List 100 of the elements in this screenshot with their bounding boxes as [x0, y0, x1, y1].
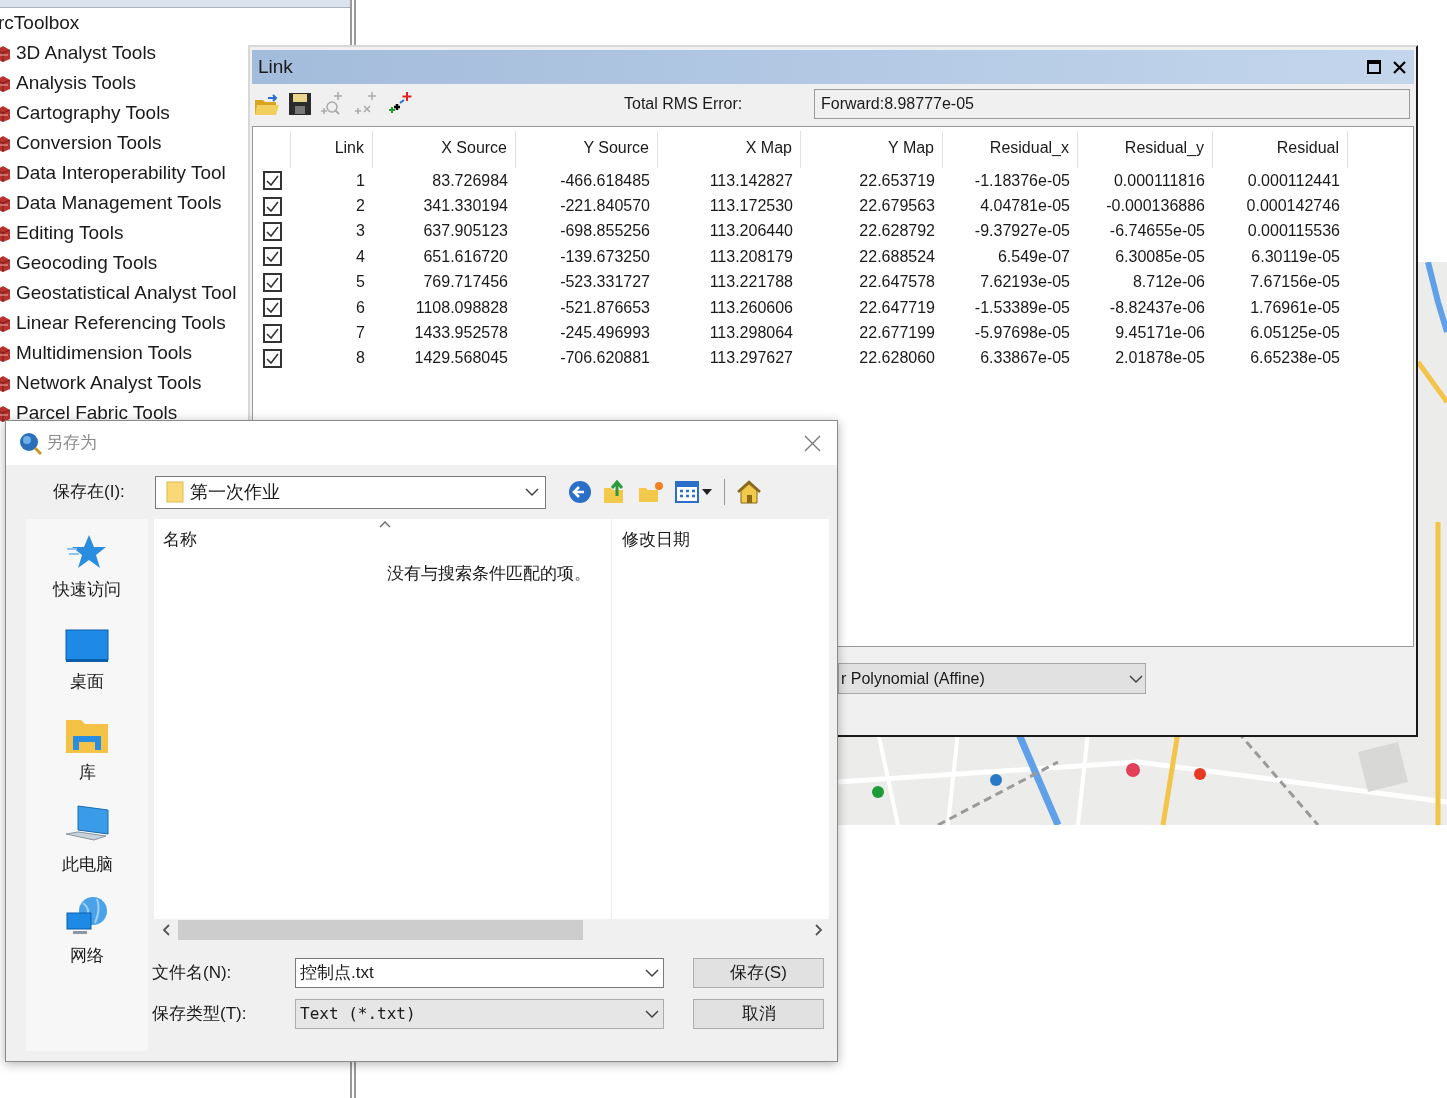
place-item[interactable]: 网络: [32, 893, 142, 969]
chevron-down-icon: [1129, 673, 1143, 684]
table-cell-text: -706.620881: [559, 348, 651, 369]
table-cell-text: 769.717456: [422, 272, 509, 293]
table-cell-text: -9.37927e-05: [973, 221, 1071, 242]
toolbox-icon: [0, 344, 10, 362]
table-cell-text: 113.260606: [708, 297, 794, 318]
open-folder-icon[interactable]: [254, 92, 280, 116]
save-button[interactable]: 保存(S): [693, 958, 824, 988]
toolbox-item[interactable]: Network Analyst Tools: [16, 368, 202, 398]
check-icon: [265, 327, 279, 339]
toolbox-item[interactable]: Geocoding Tools: [16, 248, 158, 278]
table-cell-text: 2.01878e-05: [1114, 348, 1206, 369]
table-cell-text: 1433.952578: [413, 323, 509, 344]
toolbox-item[interactable]: Linear Referencing Tools: [16, 308, 226, 338]
transformation-dropdown[interactable]: r Polynomial (Affine): [838, 663, 1146, 694]
table-cell-text: 22.679563: [858, 196, 936, 217]
row-checkbox[interactable]: [262, 196, 282, 216]
row-checkbox[interactable]: [262, 298, 282, 318]
table-cell-text: 1.76961e-05: [1249, 297, 1341, 318]
column-header[interactable]: X Source: [373, 131, 516, 168]
toolbox-item[interactable]: Analysis Tools: [16, 68, 137, 98]
column-header[interactable]: 名称: [154, 519, 197, 553]
toolbox-item[interactable]: Cartography Tools: [16, 98, 170, 128]
house-icon[interactable]: [736, 480, 762, 504]
table-cell-text: 113.208179: [708, 246, 794, 267]
row-checkbox[interactable]: [262, 247, 282, 267]
table-cell-text: 22.688524: [858, 246, 936, 267]
cancel-button[interactable]: 取消: [693, 999, 824, 1029]
table-cell-text: 651.616720: [422, 246, 509, 267]
table-cell-text: 113.221788: [708, 272, 794, 293]
toolbox-icon: [0, 374, 10, 392]
place-item[interactable]: 库: [32, 710, 142, 786]
toolbox-item[interactable]: 3D Analyst Tools: [16, 38, 157, 68]
table-cell-text: 22.647578: [858, 272, 936, 293]
toolbox-item[interactable]: Editing Tools: [16, 218, 124, 248]
row-checkbox[interactable]: [262, 221, 282, 241]
column-header[interactable]: 修改日期: [612, 519, 690, 553]
toolbox-icon: [0, 254, 10, 272]
close-icon[interactable]: [1393, 60, 1406, 74]
toolbox-icon: [0, 44, 10, 62]
column-header[interactable]: Residual_x: [943, 131, 1078, 168]
table-cell-text: 83.726984: [431, 170, 509, 191]
scroll-right-icon[interactable]: [815, 924, 823, 936]
row-checkbox[interactable]: [262, 348, 282, 368]
place-item[interactable]: 此电脑: [32, 801, 142, 877]
table-cell-text: 341.330194: [422, 196, 509, 217]
rms-error-field: Forward:8.98777e-05: [814, 89, 1410, 119]
column-header[interactable]: Y Source: [516, 131, 658, 168]
place-item[interactable]: 快速访问: [32, 527, 142, 603]
table-cell-text: 113.298064: [708, 323, 794, 344]
table-cell-text: 6: [355, 297, 366, 318]
table-cell-text: 8.712e-06: [1131, 272, 1206, 293]
view-menu-icon[interactable]: [675, 481, 713, 503]
table-cell-text: 7.67156e-05: [1249, 272, 1341, 293]
scroll-left-icon[interactable]: [162, 924, 170, 936]
column-header[interactable]: Residual_y: [1078, 131, 1213, 168]
table-cell-text: 0.000112441: [1246, 170, 1341, 191]
place-item[interactable]: 桌面: [32, 618, 142, 694]
file-name-field[interactable]: 控制点.txt: [295, 958, 664, 988]
row-checkbox[interactable]: [262, 171, 282, 191]
toolbox-item[interactable]: Geostatistical Analyst Tool: [16, 278, 237, 308]
toolbox-item[interactable]: Multidimension Tools: [16, 338, 192, 368]
table-cell-text: 6.30085e-05: [1114, 246, 1206, 267]
table-cell-text: 9.45171e-06: [1114, 323, 1206, 344]
table-cell-text: 22.628792: [858, 221, 936, 242]
table-cell-text: 6.05125e-05: [1249, 323, 1341, 344]
table-cell-text: -245.496993: [559, 323, 651, 344]
check-icon: [265, 175, 279, 187]
toolbox-item[interactable]: Data Interoperability Tool: [16, 158, 226, 188]
table-cell-text: -139.673250: [559, 246, 651, 267]
row-checkbox[interactable]: [262, 272, 282, 292]
check-icon: [265, 302, 279, 314]
table-cell-text: 6.549e-07: [996, 246, 1071, 267]
chevron-down-icon: [525, 487, 539, 497]
toolbox-icon: [0, 284, 10, 302]
dialog-title: 另存为: [46, 432, 97, 455]
column-header[interactable]: X Map: [658, 131, 801, 168]
table-cell-text: 0.000111816: [1112, 170, 1206, 191]
window-title: Link: [258, 54, 293, 79]
table-cell-text: 113.172530: [708, 196, 794, 217]
toolbox-item[interactable]: Data Management Tools: [16, 188, 222, 218]
folder-dropdown[interactable]: 第一次作业: [155, 475, 546, 509]
table-cell-text: 22.653719: [858, 170, 936, 191]
table-cell-text: -698.855256: [559, 221, 651, 242]
column-header[interactable]: Residual: [1213, 131, 1348, 168]
column-header[interactable]: Link: [291, 131, 373, 168]
file-type-dropdown[interactable]: Text (*.txt): [295, 999, 664, 1029]
toolbox-item[interactable]: Conversion Tools: [16, 128, 162, 158]
row-checkbox[interactable]: [262, 323, 282, 343]
maximize-icon[interactable]: [1367, 60, 1381, 74]
table-cell-text: 2: [355, 196, 366, 217]
table-cell-text: 6.30119e-05: [1250, 246, 1341, 267]
table-cell-text: -221.840570: [559, 196, 651, 217]
scroll-thumb[interactable]: [178, 920, 583, 940]
check-icon: [265, 352, 279, 364]
column-header[interactable]: Y Map: [801, 131, 943, 168]
table-cell-text: 113.297627: [708, 348, 794, 369]
table-cell-text: 113.142827: [708, 170, 794, 191]
toolbox-icon: [0, 194, 10, 212]
